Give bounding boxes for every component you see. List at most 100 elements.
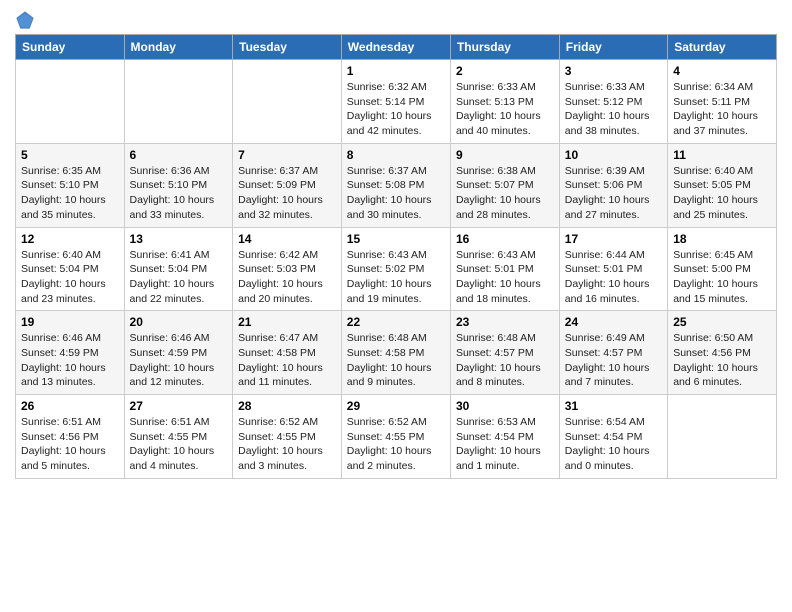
day-header-tuesday: Tuesday (233, 35, 342, 60)
calendar-cell: 26 Sunrise: 6:51 AM Sunset: 4:56 PM Dayli… (16, 395, 125, 479)
calendar-cell: 22 Sunrise: 6:48 AM Sunset: 4:58 PM Dayli… (341, 311, 450, 395)
day-info: Sunrise: 6:40 AM Sunset: 5:05 PM Dayligh… (673, 164, 771, 223)
day-number: 6 (130, 148, 228, 162)
calendar-cell: 11 Sunrise: 6:40 AM Sunset: 5:05 PM Dayli… (668, 143, 777, 227)
day-info: Sunrise: 6:48 AM Sunset: 4:57 PM Dayligh… (456, 331, 554, 390)
day-info: Sunrise: 6:42 AM Sunset: 5:03 PM Dayligh… (238, 248, 336, 307)
calendar-cell: 6 Sunrise: 6:36 AM Sunset: 5:10 PM Daylig… (124, 143, 233, 227)
calendar-cell: 2Sunrise: 6:33 AM Sunset: 5:13 PM Daylig… (450, 60, 559, 144)
day-number: 12 (21, 232, 119, 246)
day-info: Sunrise: 6:35 AM Sunset: 5:10 PM Dayligh… (21, 164, 119, 223)
calendar-cell: 16 Sunrise: 6:43 AM Sunset: 5:01 PM Dayli… (450, 227, 559, 311)
calendar-week-row: 26 Sunrise: 6:51 AM Sunset: 4:56 PM Dayli… (16, 395, 777, 479)
calendar-cell (668, 395, 777, 479)
day-number: 15 (347, 232, 445, 246)
calendar-cell: 17Sunrise: 6:44 AM Sunset: 5:01 PM Dayli… (559, 227, 667, 311)
day-number: 26 (21, 399, 119, 413)
day-number: 27 (130, 399, 228, 413)
calendar-cell: 21 Sunrise: 6:47 AM Sunset: 4:58 PM Dayli… (233, 311, 342, 395)
day-number: 25 (673, 315, 771, 329)
calendar-cell: 19Sunrise: 6:46 AM Sunset: 4:59 PM Dayli… (16, 311, 125, 395)
day-header-monday: Monday (124, 35, 233, 60)
day-header-sunday: Sunday (16, 35, 125, 60)
calendar-cell: 5 Sunrise: 6:35 AM Sunset: 5:10 PM Daylig… (16, 143, 125, 227)
day-number: 1 (347, 64, 445, 78)
calendar-cell: 20 Sunrise: 6:46 AM Sunset: 4:59 PM Dayli… (124, 311, 233, 395)
day-info: Sunrise: 6:54 AM Sunset: 4:54 PM Dayligh… (565, 415, 662, 474)
calendar-cell: 31 Sunrise: 6:54 AM Sunset: 4:54 PM Dayli… (559, 395, 667, 479)
calendar-cell: 1 Sunrise: 6:32 AM Sunset: 5:14 PM Daylig… (341, 60, 450, 144)
day-number: 31 (565, 399, 662, 413)
day-info: Sunrise: 6:34 AM Sunset: 5:11 PM Dayligh… (673, 80, 771, 139)
day-info: Sunrise: 6:33 AM Sunset: 5:12 PM Dayligh… (565, 80, 662, 139)
day-number: 7 (238, 148, 336, 162)
day-number: 21 (238, 315, 336, 329)
day-number: 24 (565, 315, 662, 329)
calendar-cell: 15 Sunrise: 6:43 AM Sunset: 5:02 PM Dayli… (341, 227, 450, 311)
calendar-cell: 7Sunrise: 6:37 AM Sunset: 5:09 PM Daylig… (233, 143, 342, 227)
day-info: Sunrise: 6:53 AM Sunset: 4:54 PM Dayligh… (456, 415, 554, 474)
day-number: 8 (347, 148, 445, 162)
calendar-cell: 28 Sunrise: 6:52 AM Sunset: 4:55 PM Dayli… (233, 395, 342, 479)
day-number: 13 (130, 232, 228, 246)
day-info: Sunrise: 6:52 AM Sunset: 4:55 PM Dayligh… (347, 415, 445, 474)
day-info: Sunrise: 6:33 AM Sunset: 5:13 PM Dayligh… (456, 80, 554, 139)
calendar-cell: 13Sunrise: 6:41 AM Sunset: 5:04 PM Dayli… (124, 227, 233, 311)
logo (15, 10, 39, 30)
calendar-cell: 23 Sunrise: 6:48 AM Sunset: 4:57 PM Dayli… (450, 311, 559, 395)
day-number: 22 (347, 315, 445, 329)
day-number: 10 (565, 148, 662, 162)
day-info: Sunrise: 6:51 AM Sunset: 4:55 PM Dayligh… (130, 415, 228, 474)
calendar-week-row: 12 Sunrise: 6:40 AM Sunset: 5:04 PM Dayli… (16, 227, 777, 311)
logo-icon (15, 10, 35, 30)
day-info: Sunrise: 6:51 AM Sunset: 4:56 PM Dayligh… (21, 415, 119, 474)
calendar-cell: 18 Sunrise: 6:45 AM Sunset: 5:00 PM Dayli… (668, 227, 777, 311)
day-number: 29 (347, 399, 445, 413)
calendar-cell (233, 60, 342, 144)
calendar-cell: 9 Sunrise: 6:38 AM Sunset: 5:07 PM Daylig… (450, 143, 559, 227)
calendar-cell: 30 Sunrise: 6:53 AM Sunset: 4:54 PM Dayli… (450, 395, 559, 479)
day-info: Sunrise: 6:37 AM Sunset: 5:08 PM Dayligh… (347, 164, 445, 223)
calendar-cell (124, 60, 233, 144)
day-header-friday: Friday (559, 35, 667, 60)
day-info: Sunrise: 6:38 AM Sunset: 5:07 PM Dayligh… (456, 164, 554, 223)
day-number: 16 (456, 232, 554, 246)
day-number: 11 (673, 148, 771, 162)
calendar-cell: 10 Sunrise: 6:39 AM Sunset: 5:06 PM Dayli… (559, 143, 667, 227)
day-number: 4 (673, 64, 771, 78)
day-number: 19 (21, 315, 119, 329)
calendar-cell: 25 Sunrise: 6:50 AM Sunset: 4:56 PM Dayli… (668, 311, 777, 395)
day-number: 28 (238, 399, 336, 413)
day-info: Sunrise: 6:50 AM Sunset: 4:56 PM Dayligh… (673, 331, 771, 390)
day-number: 23 (456, 315, 554, 329)
day-header-saturday: Saturday (668, 35, 777, 60)
day-number: 18 (673, 232, 771, 246)
day-number: 17 (565, 232, 662, 246)
day-info: Sunrise: 6:52 AM Sunset: 4:55 PM Dayligh… (238, 415, 336, 474)
day-number: 5 (21, 148, 119, 162)
day-number: 30 (456, 399, 554, 413)
calendar-header-row: SundayMondayTuesdayWednesdayThursdayFrid… (16, 35, 777, 60)
calendar-table: SundayMondayTuesdayWednesdayThursdayFrid… (15, 34, 777, 479)
day-info: Sunrise: 6:43 AM Sunset: 5:01 PM Dayligh… (456, 248, 554, 307)
day-info: Sunrise: 6:45 AM Sunset: 5:00 PM Dayligh… (673, 248, 771, 307)
calendar-cell: 27 Sunrise: 6:51 AM Sunset: 4:55 PM Dayli… (124, 395, 233, 479)
day-number: 14 (238, 232, 336, 246)
day-info: Sunrise: 6:47 AM Sunset: 4:58 PM Dayligh… (238, 331, 336, 390)
calendar-week-row: 1 Sunrise: 6:32 AM Sunset: 5:14 PM Daylig… (16, 60, 777, 144)
calendar-week-row: 19 Sunrise: 6:46 AM Sunset: 4:59 PM Dayli… (16, 311, 777, 395)
calendar-week-row: 5 Sunrise: 6:35 AM Sunset: 5:10 PM Daylig… (16, 143, 777, 227)
calendar-cell: 8 Sunrise: 6:37 AM Sunset: 5:08 PM Daylig… (341, 143, 450, 227)
day-info: Sunrise: 6:39 AM Sunset: 5:06 PM Dayligh… (565, 164, 662, 223)
day-number: 9 (456, 148, 554, 162)
calendar-cell (16, 60, 125, 144)
day-number: 20 (130, 315, 228, 329)
calendar-cell: 24Sunrise: 6:49 AM Sunset: 4:57 PM Dayli… (559, 311, 667, 395)
day-info: Sunrise: 6:48 AM Sunset: 4:58 PM Dayligh… (347, 331, 445, 390)
calendar-cell: 3Sunrise: 6:33 AM Sunset: 5:12 PM Daylig… (559, 60, 667, 144)
day-info: Sunrise: 6:36 AM Sunset: 5:10 PM Dayligh… (130, 164, 228, 223)
day-info: Sunrise: 6:43 AM Sunset: 5:02 PM Dayligh… (347, 248, 445, 307)
day-info: Sunrise: 6:46 AM Sunset: 4:59 PM Dayligh… (130, 331, 228, 390)
day-info: Sunrise: 6:40 AM Sunset: 5:04 PM Dayligh… (21, 248, 119, 307)
day-info: Sunrise: 6:32 AM Sunset: 5:14 PM Dayligh… (347, 80, 445, 139)
